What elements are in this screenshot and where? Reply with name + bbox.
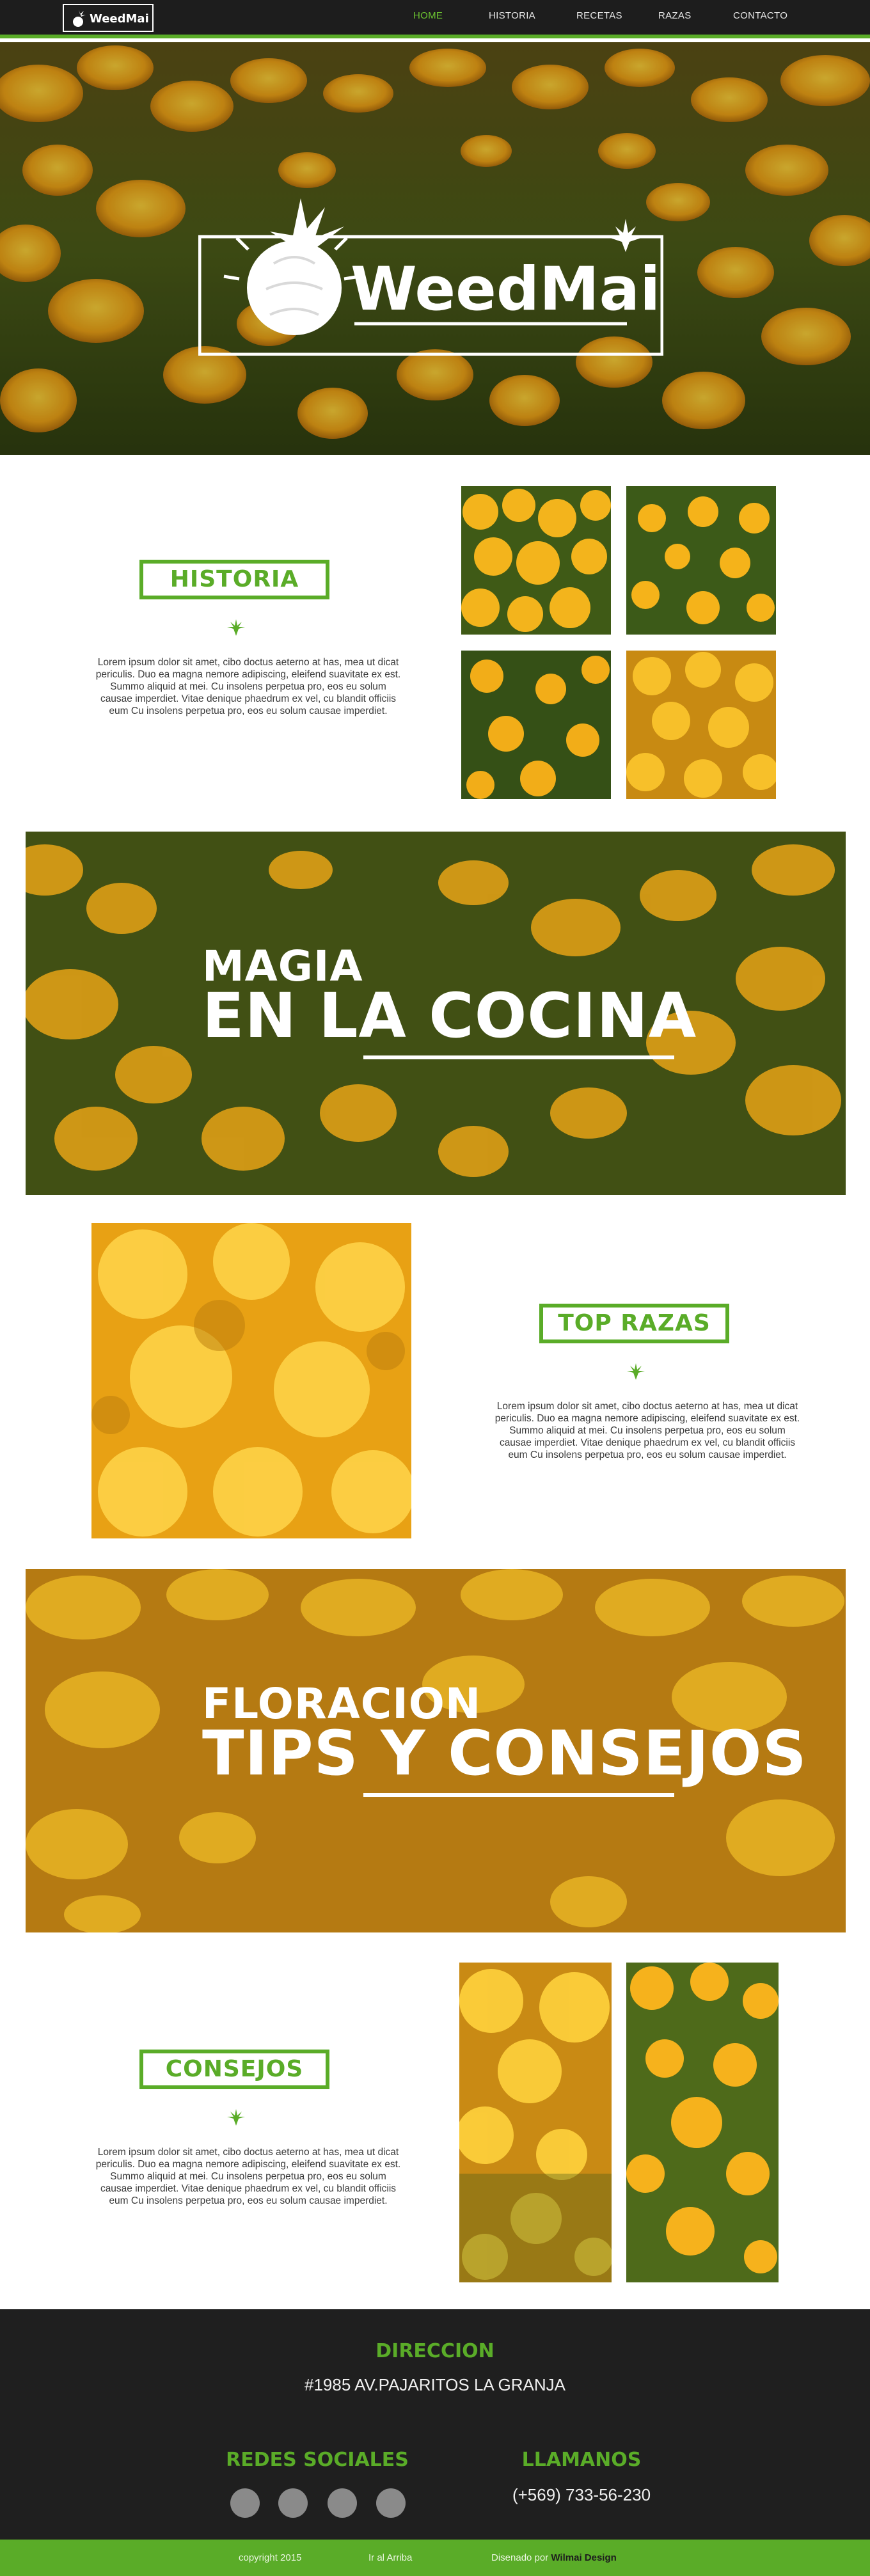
redes-title: REDES SOCIALES — [226, 2449, 409, 2471]
historia-title: HISTORIA — [139, 560, 329, 599]
copyright-text: copyright 2015 — [239, 2552, 302, 2563]
phone-number: (+569) 733-56-230 — [512, 2485, 651, 2504]
gallery-image — [626, 486, 776, 635]
hero-banner: WeedMai — [0, 42, 870, 455]
top-navigation-bar: WeedMai HOME HISTORIA RECETAS RAZAS CONT… — [0, 0, 870, 38]
weed-leaf-icon — [227, 619, 245, 636]
nav-item-contacto[interactable]: CONTACTO — [733, 10, 787, 21]
razas-text: Lorem ipsum dolor sit amet, cibo doctus … — [494, 1401, 800, 1460]
social-circle-icon[interactable] — [328, 2488, 357, 2518]
gallery-image — [626, 651, 776, 799]
pineapple-logo-icon — [73, 10, 86, 27]
designed-by: Disenado por Wilmai Design — [491, 2552, 617, 2563]
hero-logo-text: WeedMai — [351, 255, 660, 324]
banner-cocina-heading: EN LA COCINA — [202, 980, 697, 1052]
social-circle-icon[interactable] — [376, 2488, 406, 2518]
direccion-title: DIRECCION — [376, 2340, 494, 2362]
bottom-bar: copyright 2015 Ir al Arriba Disenado por… — [0, 2540, 870, 2576]
banner-underline — [363, 1055, 674, 1059]
nav-item-historia[interactable]: HISTORIA — [489, 10, 535, 21]
banner-consejos: FLORACION TIPS Y CONSEJOS — [26, 1569, 846, 1932]
consejos-text: Lorem ipsum dolor sit amet, cibo doctus … — [95, 2147, 401, 2206]
direccion-text: #1985 AV.PAJARITOS LA GRANJA — [304, 2375, 566, 2394]
back-to-top-link[interactable]: Ir al Arriba — [368, 2552, 412, 2563]
razas-title: TOP RAZAS — [539, 1304, 729, 1343]
designer-link[interactable]: Wilmai Design — [551, 2552, 616, 2563]
gallery-image — [459, 1963, 612, 2282]
banner-consejos-heading: TIPS Y CONSEJOS — [202, 1718, 807, 1789]
weed-leaf-icon — [227, 2109, 245, 2126]
gallery-image — [461, 486, 611, 635]
logo-text: WeedMai — [90, 12, 149, 26]
social-circle-icon[interactable] — [278, 2488, 308, 2518]
nav-item-recetas[interactable]: RECETAS — [576, 10, 622, 21]
pineapple-logo-icon — [223, 198, 360, 335]
footer: DIRECCION #1985 AV.PAJARITOS LA GRANJA R… — [0, 2309, 870, 2540]
designed-by-label: Disenado por — [491, 2552, 551, 2563]
consejos-title: CONSEJOS — [139, 2050, 329, 2089]
weed-leaf-icon — [627, 1363, 645, 1380]
site-logo[interactable]: WeedMai — [63, 4, 154, 32]
hero-logo: WeedMai — [198, 198, 663, 356]
historia-text: Lorem ipsum dolor sit amet, cibo doctus … — [95, 657, 401, 716]
banner-cocina: MAGIA EN LA COCINA — [26, 832, 846, 1195]
gallery-image — [626, 1963, 779, 2282]
feature-image — [91, 1223, 411, 1538]
nav-item-home[interactable]: HOME — [413, 10, 443, 21]
banner-underline — [363, 1793, 674, 1797]
gallery-image — [461, 651, 611, 799]
social-circle-icon[interactable] — [230, 2488, 260, 2518]
llamanos-title: LLAMANOS — [521, 2449, 642, 2471]
nav-item-razas[interactable]: RAZAS — [658, 10, 692, 21]
